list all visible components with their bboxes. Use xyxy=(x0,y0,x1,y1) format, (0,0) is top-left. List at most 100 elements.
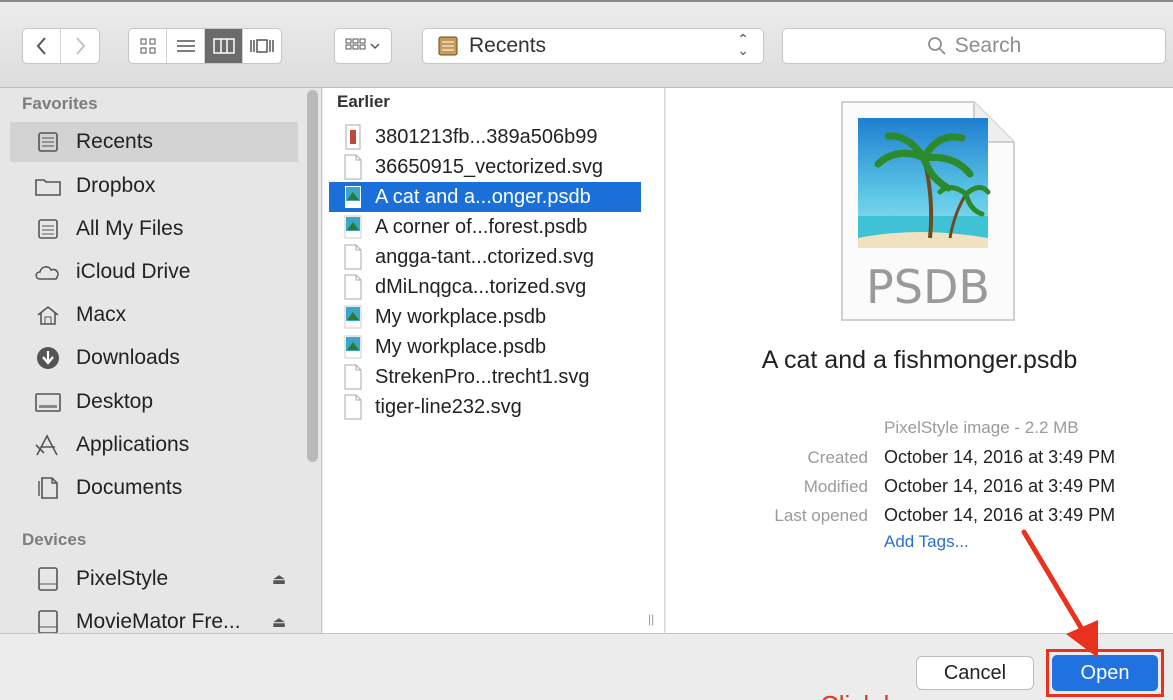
forward-button[interactable] xyxy=(61,29,99,63)
file-badge: PSDB xyxy=(866,260,990,314)
file-name: My workplace.psdb xyxy=(375,305,547,328)
search-placeholder: Search xyxy=(954,34,1022,57)
icon-view-button[interactable] xyxy=(129,29,167,63)
sidebar-item-label: Downloads xyxy=(76,346,180,369)
chevron-right-icon xyxy=(76,37,86,55)
sidebar-item-macx[interactable]: Macx xyxy=(10,295,298,335)
list-view-button[interactable] xyxy=(167,29,205,63)
click-here-annotation: Click here xyxy=(820,690,936,700)
back-button[interactable] xyxy=(23,29,61,63)
file-name: A corner of...forest.psdb xyxy=(375,215,588,238)
sidebar-item-label: Applications xyxy=(76,433,190,456)
sidebar-item-label: Recents xyxy=(76,130,154,153)
document-icon xyxy=(344,244,362,270)
devices-header: Devices xyxy=(22,530,87,549)
folder-icon xyxy=(34,174,62,198)
modified-value: October 14, 2016 at 3:49 PM xyxy=(884,476,1116,496)
sidebar-item-applications[interactable]: Applications xyxy=(10,425,298,465)
file-row[interactable]: dMiLnqgca...torized.svg xyxy=(329,272,641,302)
drive-icon xyxy=(34,567,62,591)
file-row[interactable]: My workplace.psdb xyxy=(329,332,641,362)
document-icon xyxy=(344,154,362,180)
psdb-document-icon: PSDB xyxy=(841,101,1015,321)
arrange-icon xyxy=(345,38,380,50)
file-name: tiger-line232.svg xyxy=(375,395,522,418)
recents-icon xyxy=(34,130,62,154)
preview-file-name: A cat and a fishmonger.psdb xyxy=(761,346,1078,374)
back-forward-group xyxy=(22,28,100,64)
popup-arrows-icon: ⌃ ⌄ xyxy=(737,31,749,58)
file-name: 36650915_vectorized.svg xyxy=(375,155,603,178)
file-row[interactable]: A corner of...forest.psdb xyxy=(329,212,641,242)
last-opened-value: October 14, 2016 at 3:49 PM xyxy=(884,505,1116,525)
psdb-file-icon xyxy=(344,335,362,359)
file-name: My workplace.psdb xyxy=(375,335,547,358)
sidebar-item-label: Desktop xyxy=(76,390,154,413)
all-files-icon xyxy=(34,217,62,241)
sidebar-item-desktop[interactable]: Desktop xyxy=(10,382,298,422)
drive-icon xyxy=(34,610,62,633)
file-name: 3801213fb...389a506b99 xyxy=(375,125,598,148)
cancel-button[interactable]: Cancel xyxy=(916,656,1034,690)
open-file-dialog: { "toolbar": { "location": "Recents", "s… xyxy=(0,0,1173,700)
file-row[interactable]: StrekenPro...trecht1.svg xyxy=(329,362,641,392)
file-row[interactable]: My workplace.psdb xyxy=(329,302,641,332)
desktop-icon xyxy=(34,390,62,414)
grid-icon xyxy=(140,38,155,54)
modified-label: Modified xyxy=(803,477,868,496)
search-field[interactable]: Search xyxy=(782,28,1166,64)
home-icon xyxy=(34,303,62,327)
download-icon xyxy=(34,346,62,370)
sidebar-item-label: MovieMator Fre... xyxy=(76,610,241,633)
sidebar-item-label: Dropbox xyxy=(76,174,156,197)
chevron-left-icon xyxy=(36,37,46,55)
recents-icon xyxy=(438,36,458,56)
column-resize-handle[interactable]: || xyxy=(648,612,654,626)
created-value: October 14, 2016 at 3:49 PM xyxy=(884,447,1116,467)
cloud-icon xyxy=(34,260,62,284)
list-icon xyxy=(176,40,195,52)
location-label: Recents xyxy=(469,34,547,57)
sidebar-item-label: iCloud Drive xyxy=(76,260,191,283)
cover-flow-icon xyxy=(250,39,274,53)
add-tags-link[interactable]: Add Tags... xyxy=(884,532,969,552)
file-row[interactable]: 36650915_vectorized.svg xyxy=(329,152,641,182)
sidebar: Favorites Recents Dropbox All My Files i… xyxy=(0,88,322,633)
toolbar: Recents ⌃ ⌄ Search xyxy=(0,0,1173,88)
file-column: Earlier 3801213fb...389a506b99 36650915_… xyxy=(323,88,665,633)
file-row[interactable]: 3801213fb...389a506b99 xyxy=(329,122,641,152)
sidebar-item-downloads[interactable]: Downloads xyxy=(10,338,298,378)
sidebar-scrollbar[interactable] xyxy=(307,90,318,462)
open-button[interactable]: Open xyxy=(1052,655,1158,691)
eject-icon[interactable]: ⏏ xyxy=(272,570,286,588)
document-icon xyxy=(344,274,362,300)
sidebar-item-pixelstyle[interactable]: PixelStyle ⏏ xyxy=(10,559,298,599)
sidebar-item-icloud-drive[interactable]: iCloud Drive xyxy=(10,252,298,292)
file-row[interactable]: tiger-line232.svg xyxy=(329,392,641,422)
documents-icon xyxy=(34,476,62,500)
file-name: A cat and a...onger.psdb xyxy=(375,185,591,208)
psdb-file-icon xyxy=(344,305,362,329)
column-view-button[interactable] xyxy=(205,29,243,63)
file-row-selected[interactable]: A cat and a...onger.psdb xyxy=(329,182,641,212)
applications-icon xyxy=(34,433,62,457)
sidebar-item-moviemator[interactable]: MovieMator Fre... ⏏ xyxy=(10,602,298,633)
file-name: StrekenPro...trecht1.svg xyxy=(375,365,590,388)
sidebar-item-documents[interactable]: Documents xyxy=(10,468,298,508)
location-popup[interactable]: Recents ⌃ ⌄ xyxy=(422,28,764,64)
preview-pane: PSDB A cat and a fishmonger.psdb PixelSt… xyxy=(666,88,1173,633)
sidebar-item-recents[interactable]: Recents xyxy=(10,122,298,162)
created-label: Created xyxy=(807,448,868,467)
file-row[interactable]: angga-tant...ctorized.svg xyxy=(329,242,641,272)
eject-icon[interactable]: ⏏ xyxy=(272,613,286,631)
sidebar-item-dropbox[interactable]: Dropbox xyxy=(10,166,298,206)
cover-flow-button[interactable] xyxy=(243,29,281,63)
document-icon xyxy=(344,364,362,390)
sidebar-item-label: PixelStyle xyxy=(76,567,169,590)
sidebar-item-all-my-files[interactable]: All My Files xyxy=(10,209,298,249)
sidebar-item-label: All My Files xyxy=(76,217,184,240)
last-opened-label: Last opened xyxy=(774,506,868,525)
columns-icon xyxy=(212,38,235,54)
view-mode-group xyxy=(128,28,282,64)
arrange-button[interactable] xyxy=(334,28,392,64)
